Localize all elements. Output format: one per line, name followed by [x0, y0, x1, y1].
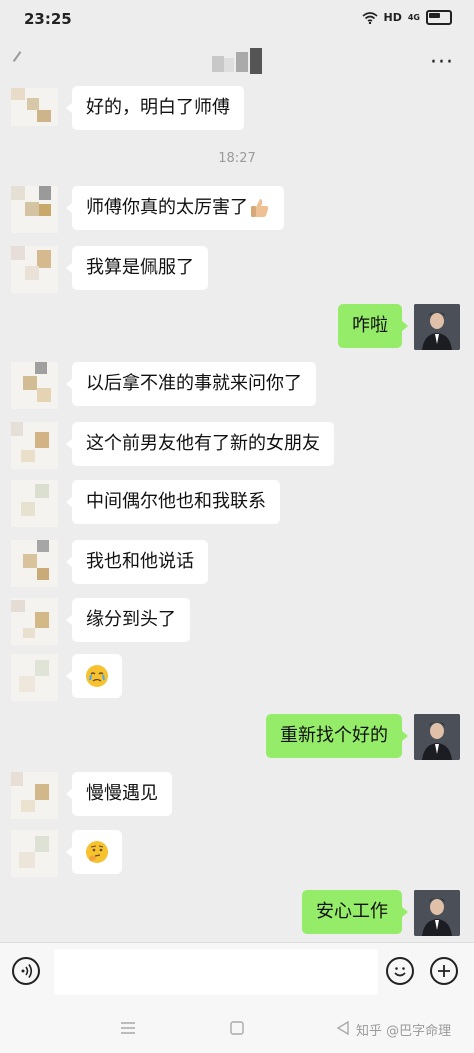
- chat-area: 好的，明白了师傅 18:27 师傅你真的太厉害了 我算是佩服了 咋啦 以后拿不准…: [0, 86, 474, 942]
- message-text: 咋啦: [352, 315, 388, 336]
- message-bubble[interactable]: 我算是佩服了: [66, 246, 208, 290]
- home-icon[interactable]: [230, 1021, 244, 1035]
- avatar-self[interactable]: [414, 714, 460, 760]
- message-text: 师傅你真的太厉害了: [86, 197, 248, 218]
- watermark: 知乎 @巴字命理: [356, 1024, 452, 1039]
- message-bubble[interactable]: 我也和他说话: [66, 540, 208, 584]
- avatar[interactable]: [11, 422, 58, 469]
- message-text: 我也和他说话: [86, 551, 194, 572]
- message-bubble[interactable]: 好的，明白了师傅: [66, 86, 244, 130]
- plus-icon[interactable]: [430, 957, 458, 985]
- message-bubble[interactable]: 重新找个好的: [266, 714, 408, 758]
- avatar-self[interactable]: [414, 304, 460, 350]
- message-input[interactable]: [54, 949, 378, 995]
- status-bar: 23:25 HD 4G: [0, 0, 474, 40]
- wifi-icon: [361, 11, 378, 24]
- menu-icon[interactable]: [120, 1021, 136, 1035]
- avatar[interactable]: [11, 88, 58, 126]
- message-bubble[interactable]: 缘分到头了: [66, 598, 190, 642]
- message-text: 安心工作: [316, 901, 388, 922]
- avatar[interactable]: [11, 654, 58, 701]
- message-text: 中间偶尔他也和我联系: [86, 491, 266, 512]
- message-bubble[interactable]: [66, 654, 122, 698]
- message-text: 我算是佩服了: [86, 257, 194, 278]
- thinking-face-icon: [86, 841, 108, 863]
- thumbs-up-icon: [250, 197, 270, 219]
- timestamp: 18:27: [218, 151, 256, 166]
- message-text: 慢慢遇见: [86, 783, 158, 804]
- message-bubble[interactable]: 以后拿不准的事就来问你了: [66, 362, 316, 406]
- contact-name-blurred: [212, 48, 262, 74]
- message-bubble[interactable]: 安心工作: [302, 890, 408, 934]
- avatar-self[interactable]: [414, 890, 460, 936]
- back-nav-icon[interactable]: [336, 1021, 350, 1035]
- avatar[interactable]: [11, 540, 58, 587]
- emoji-icon[interactable]: [386, 957, 414, 985]
- battery-icon: [426, 10, 452, 25]
- avatar[interactable]: [11, 480, 58, 527]
- avatar[interactable]: [11, 362, 58, 409]
- message-bubble[interactable]: [66, 830, 122, 874]
- message-bubble[interactable]: 师傅你真的太厉害了: [66, 186, 284, 230]
- message-bubble[interactable]: 慢慢遇见: [66, 772, 172, 816]
- message-text: 好的，明白了师傅: [86, 97, 230, 118]
- message-bubble[interactable]: 中间偶尔他也和我联系: [66, 480, 280, 524]
- status-icons: HD 4G: [361, 10, 452, 25]
- message-bubble[interactable]: 咋啦: [338, 304, 408, 348]
- crying-face-icon: [86, 665, 108, 687]
- voice-icon[interactable]: [12, 957, 40, 985]
- status-time: 23:25: [24, 10, 72, 28]
- avatar[interactable]: [11, 772, 58, 819]
- message-text: 重新找个好的: [280, 725, 388, 746]
- message-bubble[interactable]: 这个前男友他有了新的女朋友: [66, 422, 334, 466]
- message-text: 这个前男友他有了新的女朋友: [86, 433, 320, 454]
- message-text: 以后拿不准的事就来问你了: [86, 373, 302, 394]
- avatar[interactable]: [11, 830, 58, 877]
- back-icon[interactable]: [12, 51, 32, 69]
- more-icon[interactable]: ···: [430, 52, 454, 74]
- input-bar: [0, 942, 474, 1001]
- avatar[interactable]: [11, 246, 58, 293]
- network-badge: 4G: [407, 13, 420, 22]
- message-text: 缘分到头了: [86, 609, 176, 630]
- avatar[interactable]: [11, 598, 58, 645]
- hd-badge: HD: [383, 11, 402, 24]
- avatar[interactable]: [11, 186, 58, 233]
